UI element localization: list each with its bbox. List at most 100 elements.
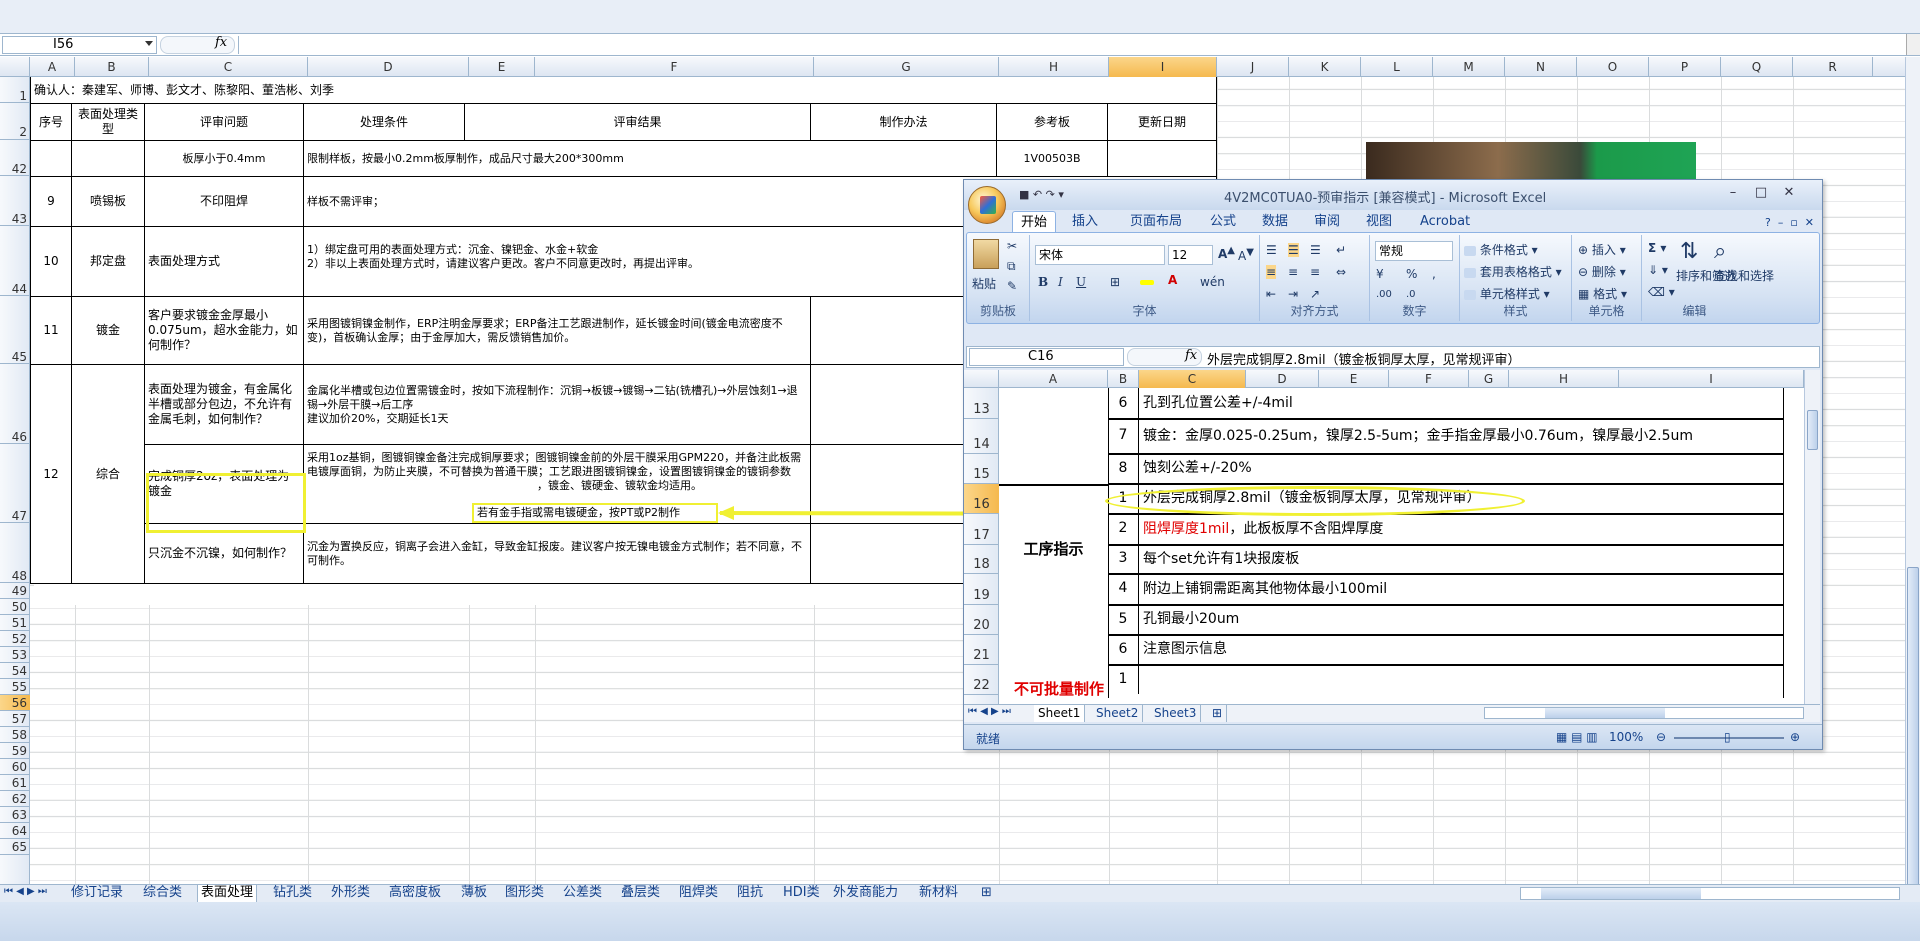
borders-icon[interactable]: ⊞ [1110, 275, 1120, 289]
row-header-65[interactable]: 65 [0, 839, 30, 855]
window-horizontal-scrollbar[interactable] [1484, 707, 1804, 719]
window-name-box[interactable]: C16 [969, 348, 1124, 366]
column-header-k[interactable]: K [1289, 57, 1361, 77]
table-format-button[interactable]: 套用表格格式 ▾ [1464, 263, 1562, 280]
insert-cells-button[interactable]: ⊕ 插入 ▾ [1578, 241, 1626, 258]
formula-expand-button[interactable] [1906, 34, 1920, 55]
step-number[interactable]: 6 [1108, 388, 1139, 418]
row-header-44[interactable]: 44 [0, 226, 30, 296]
row-header-53[interactable]: 53 [0, 647, 30, 663]
cell-type[interactable]: 镀金 [71, 296, 145, 365]
cell-ref[interactable]: 1V00503B [996, 140, 1108, 177]
sheet-tab-stackup[interactable]: 叠层类 [618, 885, 663, 902]
row-header-58[interactable]: 58 [0, 727, 30, 743]
column-header-e[interactable]: E [469, 57, 535, 77]
step-number[interactable]: 4 [1108, 573, 1139, 604]
align-middle-icon[interactable]: ☰ [1288, 243, 1299, 257]
cell-date[interactable] [1107, 140, 1217, 177]
font-color-icon[interactable]: A [1168, 273, 1177, 287]
row-header-62[interactable]: 62 [0, 791, 30, 807]
quick-access-toolbar[interactable]: ■ ↶ ↷ ▾ [1019, 188, 1064, 201]
column-header-f[interactable]: F [535, 57, 814, 77]
window-col-f[interactable]: F [1389, 370, 1469, 388]
horizontal-scrollbar[interactable] [1520, 887, 1900, 900]
column-header-o[interactable]: O [1577, 57, 1649, 77]
step-number[interactable]: 6 [1108, 634, 1139, 664]
cell-issue[interactable]: 表面处理为镀金，有金属化半槽或部分包边，不允许有金属毛刺，如何制作？ [144, 364, 304, 445]
sheet-tab-outline[interactable]: 外形类 [328, 885, 373, 902]
tab-insert[interactable]: 插入 [1064, 211, 1106, 232]
column-header-b[interactable]: B [75, 57, 149, 77]
confirm-row[interactable]: 确认人：秦建军、师博、彭文才、陈黎阳、董浩彬、刘季 [30, 77, 1217, 104]
row-header-51[interactable]: 51 [0, 615, 30, 631]
name-box[interactable]: I56 [2, 36, 157, 54]
align-bottom-icon[interactable]: ☰ [1310, 243, 1321, 257]
cell-r21[interactable]: 注意图示信息 [1143, 635, 1227, 663]
redo-icon[interactable]: ↷ [1046, 188, 1055, 201]
zoom-out-icon[interactable]: ⊖ [1656, 730, 1666, 744]
formula-input[interactable] [238, 36, 1906, 54]
window-col-i[interactable]: I [1619, 370, 1804, 388]
cell-r17[interactable]: 阻焊厚度1mil，此板板厚不含阻焊厚度 [1143, 515, 1383, 543]
header-date[interactable]: 更新日期 [1107, 103, 1217, 141]
cell-type[interactable]: 邦定盘 [71, 226, 145, 297]
cell-no[interactable]: 9 [30, 176, 72, 227]
cell-r15[interactable]: 蚀刻公差+/-20% [1143, 454, 1252, 482]
align-center-icon[interactable]: ≡ [1288, 265, 1298, 279]
window-col-b[interactable]: B [1108, 370, 1139, 388]
step-number[interactable]: 5 [1108, 604, 1139, 634]
step-number[interactable]: 3 [1108, 544, 1139, 573]
zoom-slider-thumb[interactable]: ▯ [1724, 730, 1731, 744]
increase-decimal-icon[interactable]: .00 [1376, 289, 1392, 300]
excel-window[interactable]: ■ ↶ ↷ ▾ 4V2MC0TUA0-预审指示 [兼容模式] - Microso… [963, 179, 1823, 750]
align-right-icon[interactable]: ≡ [1310, 265, 1320, 279]
minimize-button[interactable]: – [1720, 184, 1746, 202]
cell-issue[interactable]: 客户要求镀金金厚最小0.075um，超水金能力，如何制作？ [144, 296, 304, 365]
maximize-button[interactable]: □ [1748, 184, 1774, 202]
header-cond[interactable]: 处理条件 [303, 103, 465, 141]
fill-color-icon[interactable] [1140, 275, 1154, 289]
sort-filter-icon[interactable]: ⇅ [1680, 239, 1698, 264]
window-grid[interactable]: 工序指示 不可批量制作 6 孔到孔位置公差+/-4mil 7 镀金：金厚0.02… [999, 388, 1804, 704]
insert-sheet-icon[interactable]: ⊞ [978, 885, 995, 902]
column-header-a[interactable]: A [30, 57, 75, 77]
row-header-63[interactable]: 63 [0, 807, 30, 823]
sheet-tab-pattern[interactable]: 图形类 [502, 885, 547, 902]
window-row-16[interactable]: 16 [964, 484, 999, 514]
header-method[interactable]: 制作办法 [810, 103, 997, 141]
window-row-13[interactable]: 13 [964, 388, 999, 419]
decrease-decimal-icon[interactable]: .0 [1406, 289, 1416, 300]
window-row-17[interactable]: 17 [964, 514, 999, 545]
header-ref[interactable]: 参考板 [996, 103, 1108, 141]
row-header-60[interactable]: 60 [0, 759, 30, 775]
column-header-h[interactable]: H [999, 57, 1109, 77]
sheet-nav-arrows-icon[interactable]: ⏮ ◀ ▶ ⏭ [968, 706, 1011, 717]
window-col-h[interactable]: H [1509, 370, 1619, 388]
window-row-21[interactable]: 21 [964, 635, 999, 665]
shrink-font-icon[interactable]: A▼ [1238, 247, 1254, 263]
column-header-g[interactable]: G [814, 57, 999, 77]
cell-issue[interactable]: 不印阻焊 [144, 176, 304, 227]
wrap-text-icon[interactable]: ↵ [1336, 243, 1346, 257]
format-painter-icon[interactable]: ✎ [1007, 279, 1017, 293]
scroll-thumb[interactable] [1907, 567, 1919, 929]
conditional-format-button[interactable]: 条件格式 ▾ [1464, 241, 1538, 258]
grow-font-icon[interactable]: A▲ [1218, 245, 1235, 261]
column-header-n[interactable]: N [1505, 57, 1577, 77]
zoom-in-icon[interactable]: ⊕ [1790, 730, 1800, 744]
column-header-r[interactable]: R [1793, 57, 1873, 77]
window-function-icon[interactable]: fx [1185, 348, 1197, 363]
cut-icon[interactable]: ✂ [1007, 239, 1017, 253]
currency-icon[interactable]: ¥ [1376, 267, 1384, 281]
sheet-tab-drill[interactable]: 钻孔类 [270, 885, 315, 902]
cell-type[interactable] [71, 140, 145, 177]
step-number[interactable]: 1 [1108, 664, 1139, 694]
window-vertical-scrollbar[interactable] [1804, 370, 1820, 704]
window-titlebar[interactable]: ■ ↶ ↷ ▾ 4V2MC0TUA0-预审指示 [兼容模式] - Microso… [964, 180, 1822, 224]
find-select-button[interactable]: 查找和选择 [1714, 269, 1774, 283]
tab-data[interactable]: 数据 [1254, 211, 1296, 232]
row-header-50[interactable]: 50 [0, 599, 30, 615]
office-button[interactable] [968, 186, 1006, 224]
row-header-61[interactable]: 61 [0, 775, 30, 791]
step-number[interactable]: 2 [1108, 513, 1139, 544]
